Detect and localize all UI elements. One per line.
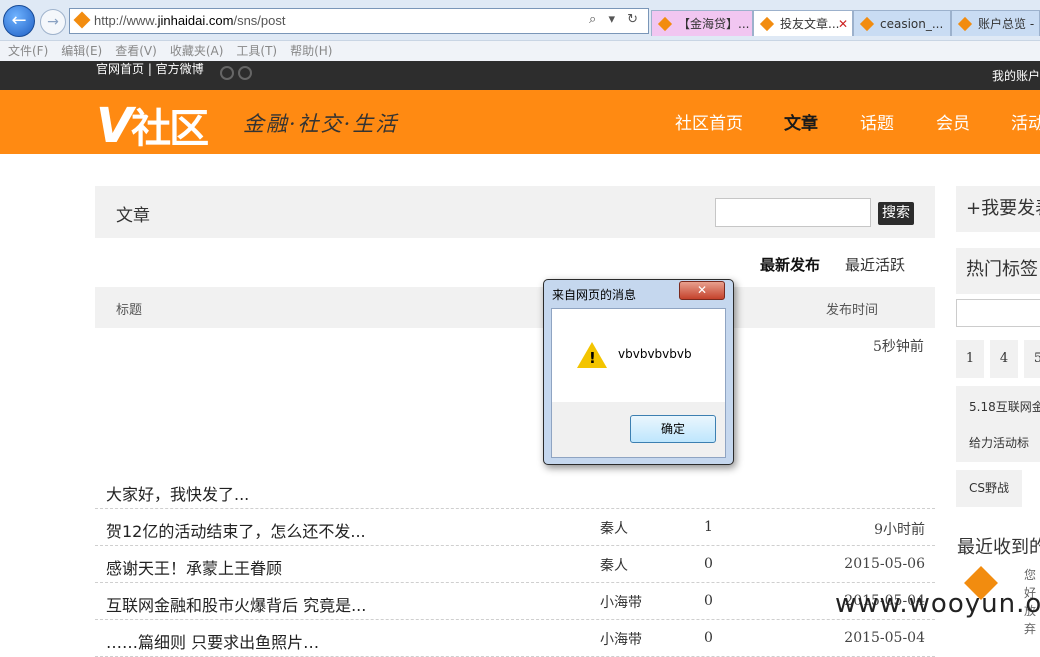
- post-title-link[interactable]: 互联网金融和股市火爆背后 究竟是...: [106, 592, 366, 616]
- search-input[interactable]: [715, 198, 871, 227]
- tab-ceasion[interactable]: ceasion_...: [853, 10, 951, 36]
- back-button[interactable]: ←: [3, 5, 35, 37]
- post-date: 9小时前: [874, 522, 925, 538]
- sort-latest-tab[interactable]: 最新发布: [760, 254, 820, 275]
- tab-active-post[interactable]: 投友文章... ✕: [753, 10, 853, 36]
- tag-chip[interactable]: 5: [1024, 340, 1040, 378]
- dialog-close-button[interactable]: ✕: [679, 281, 725, 300]
- address-bar[interactable]: http://www.jinhaidai.com/sns/post ⌕ ▾ ↻: [69, 8, 649, 34]
- table-row[interactable]: 贺12亿的活动结束了，怎么还不发... 秦人 1 9小时前: [95, 508, 935, 546]
- hot-tags-heading: 热门标签: [956, 248, 1040, 294]
- post-author[interactable]: 秦人: [600, 518, 628, 538]
- post-author[interactable]: 小海带: [600, 592, 642, 612]
- row-time: 5秒钟前: [873, 339, 924, 355]
- warning-mark: !: [589, 349, 596, 367]
- menu-favorites[interactable]: 收藏夹(A): [170, 41, 224, 61]
- post-title-link[interactable]: 大家好，我快发了...: [106, 481, 249, 505]
- dialog-message: vbvbvbvbvb: [618, 347, 692, 361]
- tag-chip[interactable]: 4: [990, 340, 1018, 378]
- tab-favicon-icon: [657, 16, 673, 32]
- table-row[interactable]: 互联网金融和股市火爆背后 究竟是... 小海带 0 2015-05-04: [95, 582, 935, 620]
- menu-bar: 文件(F) 编辑(E) 查看(V) 收藏夹(A) 工具(T) 帮助(H): [0, 40, 1040, 62]
- weibo-icon[interactable]: [220, 66, 234, 80]
- table-header: 标题 发布时间: [95, 287, 935, 328]
- tab-jinhaidai[interactable]: 【金海贷】...: [651, 10, 753, 36]
- back-arrow-icon: ←: [11, 10, 27, 31]
- menu-view[interactable]: 查看(V): [115, 41, 157, 61]
- tab-close-icon[interactable]: ✕: [838, 11, 848, 36]
- wechat-icon[interactable]: [238, 66, 252, 80]
- tab-favicon-icon: [759, 16, 775, 32]
- table-row[interactable]: 感谢天王！承蒙上王眷顾 秦人 0 2015-05-06: [95, 545, 935, 583]
- tag-chip[interactable]: 5.18互联网金融 给力活动标: [956, 386, 1040, 462]
- url-text[interactable]: http://www.jinhaidai.com/sns/post: [94, 13, 285, 28]
- tab-favicon-icon: [957, 16, 973, 32]
- post-comment-count: 0: [704, 556, 713, 572]
- forward-arrow-icon: →: [47, 14, 59, 30]
- table-row[interactable]: 大家好，我快发了...: [95, 471, 935, 509]
- watermark: www.wooyun.org: [835, 589, 1040, 619]
- nav-community-home[interactable]: 社区首页: [675, 109, 743, 134]
- tag-chip[interactable]: 1: [956, 340, 984, 378]
- sort-active-tab[interactable]: 最近活跃: [845, 254, 905, 275]
- post-author[interactable]: 小海带: [600, 629, 642, 649]
- post-title-link[interactable]: 贺12亿的活动结束了，怎么还不发...: [106, 518, 366, 542]
- column-title: 标题: [116, 303, 143, 318]
- post-date: 2015-05-04: [844, 630, 925, 646]
- search-button[interactable]: 搜索: [878, 202, 914, 225]
- menu-help[interactable]: 帮助(H): [290, 41, 332, 61]
- site-header: V社区 金融·社交·生活 社区首页 文章 话题 会员 活动: [0, 90, 1040, 154]
- tag-chip[interactable]: CS野战: [956, 470, 1022, 507]
- post-comment-count: 0: [704, 630, 713, 646]
- nav-activities[interactable]: 活动: [1011, 109, 1040, 134]
- page-title: 文章: [116, 206, 150, 226]
- articles-title-panel: 文章 搜索: [95, 186, 935, 238]
- nav-members[interactable]: 会员: [936, 109, 970, 134]
- my-account-link[interactable]: 我的账户: [992, 67, 1040, 84]
- ok-button[interactable]: 确定: [630, 415, 716, 443]
- site-topbar: 官网首页 | 官方微博 我的账户: [0, 61, 1040, 90]
- recent-received-heading: 最近收到的: [957, 537, 1040, 558]
- tag-label: 5.18互联网金融: [969, 400, 1040, 414]
- nav-topics[interactable]: 话题: [860, 109, 894, 134]
- dialog-message-area: ! vbvbvbvbvb: [552, 309, 725, 402]
- site-logo[interactable]: V社区: [96, 96, 209, 154]
- tab-account[interactable]: 账户总览 -: [951, 10, 1040, 36]
- menu-file[interactable]: 文件(F): [8, 41, 48, 61]
- tag-search-input[interactable]: [956, 299, 1040, 327]
- tab-favicon-icon: [859, 16, 875, 32]
- url-domain: jinhaidai.com: [157, 13, 234, 28]
- site-favicon-icon: [73, 11, 91, 29]
- post-comment-count: 0: [704, 593, 713, 609]
- post-author[interactable]: 秦人: [600, 555, 628, 575]
- alert-dialog: 来自网页的消息 ✕ ! vbvbvbvbvb 确定: [543, 279, 734, 465]
- dialog-body: ! vbvbvbvbvb 确定: [551, 308, 726, 458]
- forward-button[interactable]: →: [40, 9, 66, 35]
- post-title-link[interactable]: 感谢天王！承蒙上王眷顾: [106, 555, 282, 579]
- nav-articles[interactable]: 文章: [784, 109, 818, 134]
- social-links: [220, 66, 256, 83]
- address-tools-icon[interactable]: ⌕ ▾ ↻: [589, 12, 642, 27]
- topbar-links[interactable]: 官网首页 | 官方微博: [96, 61, 204, 77]
- menu-edit[interactable]: 编辑(E): [61, 41, 102, 61]
- menu-tools[interactable]: 工具(T): [236, 41, 277, 61]
- post-date: 2015-05-06: [844, 556, 925, 572]
- column-date: 发布时间: [826, 303, 879, 318]
- new-post-button[interactable]: +我要发表: [956, 186, 1040, 232]
- post-comment-count: 1: [704, 519, 713, 535]
- table-row[interactable]: ……篇细则 只要求出鱼照片… 小海带 0 2015-05-04: [95, 619, 935, 657]
- tag-label: 给力活动标: [969, 436, 1030, 450]
- browser-chrome: ← → http://www.jinhaidai.com/sns/post ⌕ …: [0, 0, 1040, 62]
- site-slogan: 金融·社交·生活: [243, 112, 399, 136]
- dialog-title: 来自网页的消息: [552, 288, 637, 302]
